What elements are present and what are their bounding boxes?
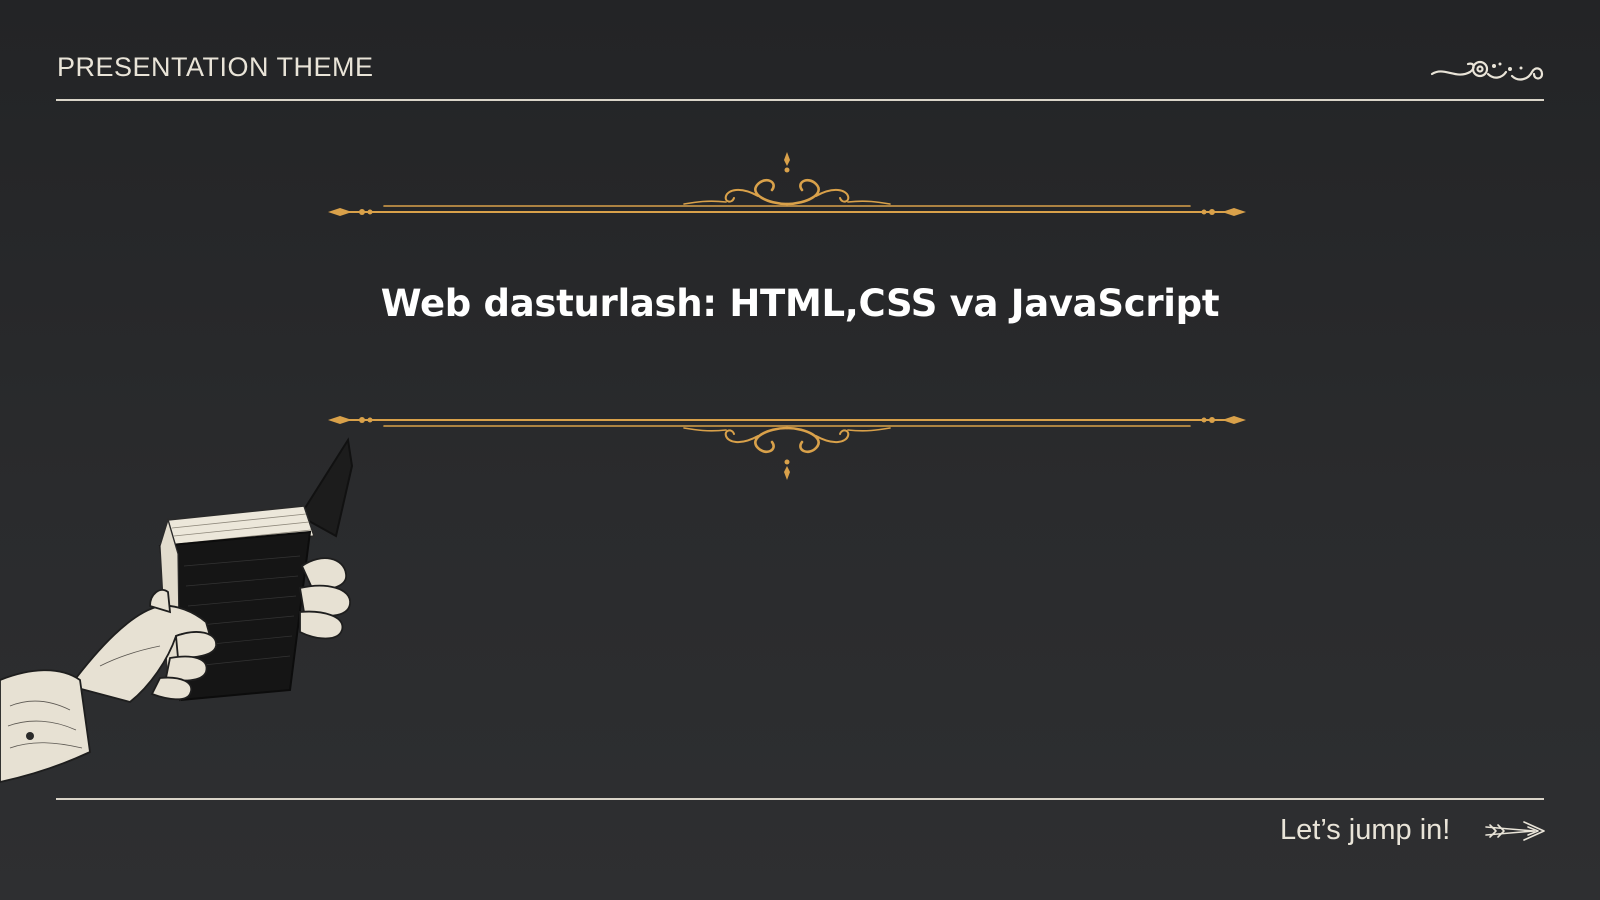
hand-holding-book-illustration <box>0 437 354 783</box>
footer-divider <box>56 798 1544 800</box>
header-divider <box>56 99 1544 101</box>
ornamental-divider-icon <box>328 152 1246 216</box>
ornamental-divider-icon <box>328 416 1246 480</box>
header-label: PRESENTATION THEME <box>57 52 374 82</box>
slide-title: Web dasturlash: HTML,CSS va JavaScript <box>380 282 1220 325</box>
cta-label[interactable]: Let’s jump in! <box>1280 814 1450 847</box>
arrow-right-icon[interactable] <box>1484 818 1546 844</box>
slide: PRESENTATION THEME Web dasturlash: HTML,… <box>0 0 1600 900</box>
swirl-flourish-icon <box>1430 60 1544 81</box>
